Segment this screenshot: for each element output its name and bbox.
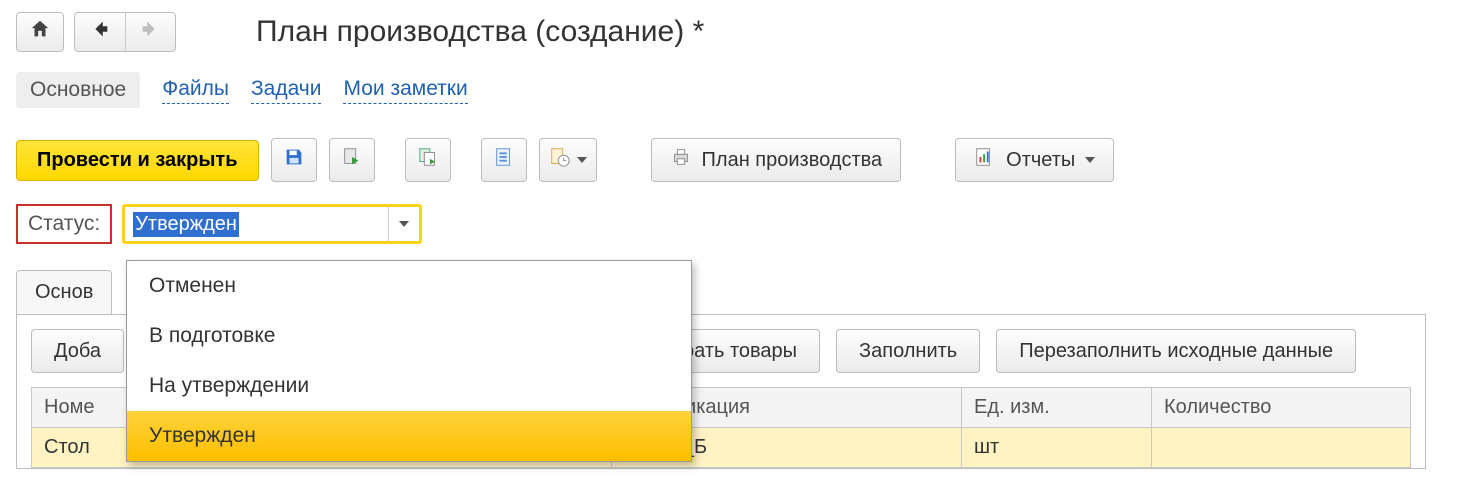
home-button[interactable] xyxy=(16,12,64,52)
document-list-icon xyxy=(493,146,515,174)
col-unit[interactable]: Ед. изм. xyxy=(962,388,1152,428)
home-icon xyxy=(29,18,51,46)
create-based-on-button[interactable] xyxy=(405,138,451,182)
status-option-preparing[interactable]: В подготовке xyxy=(127,311,691,361)
status-label: Статус: xyxy=(16,204,112,244)
chevron-down-icon xyxy=(577,157,587,163)
chevron-down-icon xyxy=(1085,157,1095,163)
refill-button[interactable]: Перезаполнить исходные данные xyxy=(996,329,1356,373)
report-icon xyxy=(974,146,996,174)
post-and-close-button[interactable]: Провести и закрыть xyxy=(16,140,259,181)
post-button[interactable] xyxy=(329,138,375,182)
status-select[interactable]: Утвержден xyxy=(122,204,422,244)
add-button[interactable]: Доба xyxy=(31,329,124,373)
arrow-right-icon xyxy=(139,18,161,46)
status-input[interactable]: Утвержден xyxy=(125,207,388,241)
status-value: Утвержден xyxy=(133,212,239,237)
col-qty[interactable]: Количество xyxy=(1152,388,1411,428)
document-go-icon xyxy=(341,146,363,174)
printer-icon xyxy=(670,146,692,174)
properties-button[interactable] xyxy=(481,138,527,182)
schedule-button[interactable] xyxy=(539,138,597,182)
fill-button[interactable]: Заполнить xyxy=(836,329,980,373)
arrow-left-icon xyxy=(89,18,111,46)
document-copy-icon xyxy=(417,146,439,174)
nav-forward-button[interactable] xyxy=(126,13,176,51)
reports-button[interactable]: Отчеты xyxy=(955,138,1114,182)
section-tab-tasks[interactable]: Задачи xyxy=(251,77,322,104)
status-dropdown-list[interactable]: Отменен В подготовке На утверждении Утве… xyxy=(126,260,692,462)
status-option-approving[interactable]: На утверждении xyxy=(127,361,691,411)
section-tab-files[interactable]: Файлы xyxy=(162,77,229,104)
print-label: План производства xyxy=(702,149,883,172)
cell-unit[interactable]: шт xyxy=(962,428,1152,468)
section-tab-main[interactable]: Основное xyxy=(16,72,140,108)
chevron-down-icon xyxy=(399,221,409,227)
save-button[interactable] xyxy=(271,138,317,182)
section-tab-notes[interactable]: Мои заметки xyxy=(343,77,467,104)
page-title: План производства (создание) * xyxy=(256,15,704,49)
nav-back-button[interactable] xyxy=(75,13,126,51)
inner-tab-main[interactable]: Основ xyxy=(16,270,112,314)
cell-qty[interactable] xyxy=(1152,428,1411,468)
status-dropdown-toggle[interactable] xyxy=(388,207,419,241)
document-clock-icon xyxy=(549,146,571,174)
nav-back-forward[interactable] xyxy=(74,12,176,52)
status-option-cancelled[interactable]: Отменен xyxy=(127,261,691,311)
floppy-icon xyxy=(283,146,305,174)
print-button[interactable]: План производства xyxy=(651,138,902,182)
reports-label: Отчеты xyxy=(1006,149,1075,172)
status-option-approved[interactable]: Утвержден xyxy=(127,411,691,461)
